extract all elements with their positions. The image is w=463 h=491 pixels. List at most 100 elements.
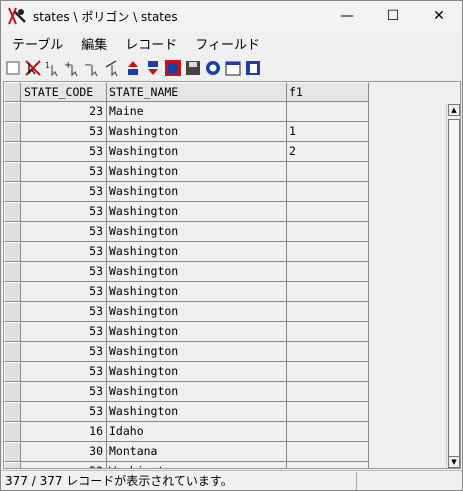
- zoom-to-selected-icon[interactable]: [164, 59, 182, 77]
- cell-state-code[interactable]: 30: [21, 442, 107, 462]
- table-row[interactable]: 23 Maine: [4, 102, 369, 122]
- cell-state-code[interactable]: 53: [21, 222, 107, 242]
- table-row[interactable]: 53Washington: [4, 362, 369, 382]
- row-selector[interactable]: [4, 402, 21, 422]
- cell-f1[interactable]: [287, 222, 369, 242]
- row-selector[interactable]: [4, 322, 21, 342]
- cell-f1[interactable]: [287, 182, 369, 202]
- cell-state-name[interactable]: Washington: [107, 322, 287, 342]
- cell-state-code[interactable]: 16: [21, 422, 107, 442]
- cell-state-name[interactable]: Washington: [107, 302, 287, 322]
- cell-state-code[interactable]: 53: [21, 382, 107, 402]
- table-row[interactable]: 53Washington: [4, 162, 369, 182]
- select-one-icon[interactable]: 1: [44, 59, 62, 77]
- cell-state-name[interactable]: Washington: [107, 462, 287, 468]
- cell-state-name[interactable]: Washington: [107, 362, 287, 382]
- table-row[interactable]: 53Washington: [4, 302, 369, 322]
- select-pointer-icon[interactable]: [24, 59, 42, 77]
- cell-state-name[interactable]: Washington: [107, 142, 287, 162]
- cell-f1[interactable]: [287, 442, 369, 462]
- cell-state-name[interactable]: Washington: [107, 162, 287, 182]
- row-selector[interactable]: [4, 282, 21, 302]
- cell-state-code[interactable]: 53: [21, 362, 107, 382]
- cell-state-name[interactable]: Montana: [107, 442, 287, 462]
- cell-f1[interactable]: [287, 342, 369, 362]
- cell-state-code[interactable]: 53: [21, 182, 107, 202]
- cell-state-code[interactable]: 53: [21, 242, 107, 262]
- close-button[interactable]: ✕: [416, 1, 462, 31]
- cell-state-code[interactable]: 23: [21, 102, 107, 122]
- row-selector[interactable]: [4, 342, 21, 362]
- minimize-button[interactable]: —: [324, 1, 370, 31]
- cell-state-code[interactable]: 53: [21, 302, 107, 322]
- cell-f1[interactable]: [287, 302, 369, 322]
- table-row[interactable]: 53Washington: [4, 282, 369, 302]
- table-row[interactable]: 53Washington: [4, 182, 369, 202]
- row-selector[interactable]: [4, 302, 21, 322]
- menu-table[interactable]: テーブル: [1, 34, 70, 53]
- cell-f1[interactable]: [287, 162, 369, 182]
- cell-state-name[interactable]: Washington: [107, 342, 287, 362]
- row-selector[interactable]: [4, 262, 21, 282]
- menu-field[interactable]: フィールド: [184, 34, 267, 53]
- checkbox-icon[interactable]: [4, 59, 22, 77]
- cell-f1[interactable]: [287, 262, 369, 282]
- cell-f1[interactable]: [287, 422, 369, 442]
- cell-f1[interactable]: [287, 322, 369, 342]
- cell-state-name[interactable]: Washington: [107, 282, 287, 302]
- table-row[interactable]: 53Washington: [4, 322, 369, 342]
- cell-f1[interactable]: [287, 462, 369, 468]
- cell-state-code[interactable]: 53: [21, 402, 107, 422]
- row-selector[interactable]: [4, 222, 21, 242]
- cell-f1[interactable]: [287, 242, 369, 262]
- cell-state-name[interactable]: Washington: [107, 382, 287, 402]
- cell-state-code[interactable]: 53: [21, 122, 107, 142]
- properties-icon[interactable]: [224, 59, 242, 77]
- table-row[interactable]: 53Washington: [4, 402, 369, 422]
- row-selector[interactable]: [4, 382, 21, 402]
- row-selector[interactable]: [4, 242, 21, 262]
- scroll-down-icon[interactable]: ▼: [448, 456, 460, 468]
- cell-state-code[interactable]: 53: [21, 202, 107, 222]
- cell-state-name[interactable]: Washington: [107, 262, 287, 282]
- column-header-state-name[interactable]: STATE_NAME: [107, 82, 287, 102]
- cell-state-code[interactable]: 53: [21, 282, 107, 302]
- cell-f1[interactable]: [287, 402, 369, 422]
- cell-state-name[interactable]: Washington: [107, 242, 287, 262]
- maximize-button[interactable]: ☐: [370, 1, 416, 31]
- row-selector[interactable]: [4, 142, 21, 162]
- cell-state-code[interactable]: 53: [21, 262, 107, 282]
- cell-state-name[interactable]: Washington: [107, 182, 287, 202]
- table-row[interactable]: 16 Idaho: [4, 422, 369, 442]
- sort-ascending-icon[interactable]: [124, 59, 142, 77]
- cell-f1[interactable]: [287, 362, 369, 382]
- scroll-thumb[interactable]: [448, 119, 460, 467]
- table-row[interactable]: 53Washington: [4, 242, 369, 262]
- table-row[interactable]: 53Washington: [4, 202, 369, 222]
- row-selector[interactable]: [4, 422, 21, 442]
- scroll-up-icon[interactable]: ▲: [448, 104, 460, 116]
- row-selector[interactable]: [4, 162, 21, 182]
- table-row[interactable]: 53Washington: [4, 262, 369, 282]
- row-selector[interactable]: [4, 182, 21, 202]
- table-row[interactable]: 53Washington: [4, 382, 369, 402]
- cell-state-name[interactable]: Washington: [107, 202, 287, 222]
- table-row[interactable]: 53Washington: [4, 462, 369, 468]
- cell-f1[interactable]: 1: [287, 122, 369, 142]
- remove-selection-icon[interactable]: −: [84, 59, 102, 77]
- cell-f1[interactable]: [287, 102, 369, 122]
- row-selector[interactable]: [4, 122, 21, 142]
- cell-state-code[interactable]: 53: [21, 462, 107, 468]
- column-header-state-code[interactable]: STATE_CODE: [21, 82, 107, 102]
- table-row[interactable]: 53Washington: [4, 342, 369, 362]
- corner-header[interactable]: [4, 82, 21, 102]
- table-row[interactable]: 30 Montana: [4, 442, 369, 462]
- table-row[interactable]: 53 Washington 2: [4, 142, 369, 162]
- menu-edit[interactable]: 編集: [70, 34, 114, 53]
- cell-state-code[interactable]: 53: [21, 162, 107, 182]
- row-selector[interactable]: [4, 362, 21, 382]
- row-selector[interactable]: [4, 462, 21, 468]
- switch-selection-icon[interactable]: [104, 59, 122, 77]
- cell-state-name[interactable]: Idaho: [107, 422, 287, 442]
- row-selector[interactable]: [4, 202, 21, 222]
